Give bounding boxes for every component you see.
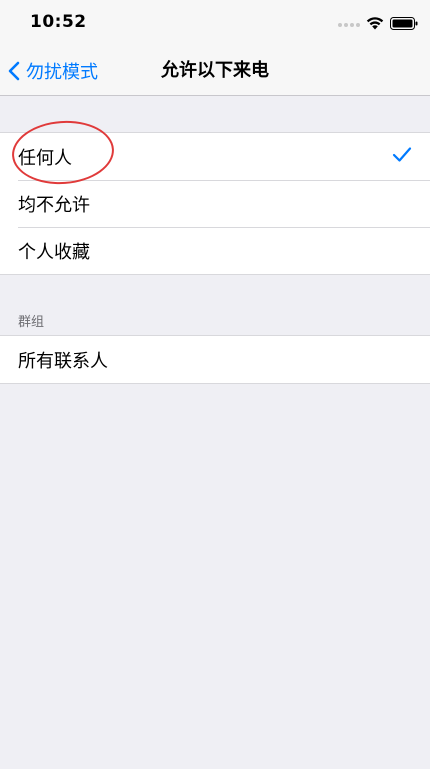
allow-calls-options: 任何人 均不允许 个人收藏 [0,132,430,275]
option-row-no-one[interactable]: 均不允许 [0,180,430,227]
option-label: 个人收藏 [18,241,90,263]
option-row-everyone[interactable]: 任何人 [0,133,430,180]
option-label: 任何人 [18,147,72,169]
status-time: 10:52 [30,12,87,32]
groups-options: 所有联系人 [0,335,430,384]
signal-dots-icon [338,22,360,27]
back-button-label: 勿扰模式 [26,62,98,83]
navigation-bar: 勿扰模式 允许以下来电 [0,46,430,96]
status-icons [338,15,418,34]
option-label: 均不允许 [18,194,90,216]
checkmark-icon [392,146,412,167]
chevron-left-icon [8,61,20,81]
section-header-groups: 群组 [18,315,45,330]
wifi-icon [366,15,384,34]
status-bar: 10:52 [0,0,430,46]
option-label: 所有联系人 [18,350,108,372]
option-row-favorites[interactable]: 个人收藏 [0,227,430,274]
back-button[interactable]: 勿扰模式 [8,46,98,96]
battery-icon [390,15,418,34]
option-row-all-contacts[interactable]: 所有联系人 [0,336,430,383]
